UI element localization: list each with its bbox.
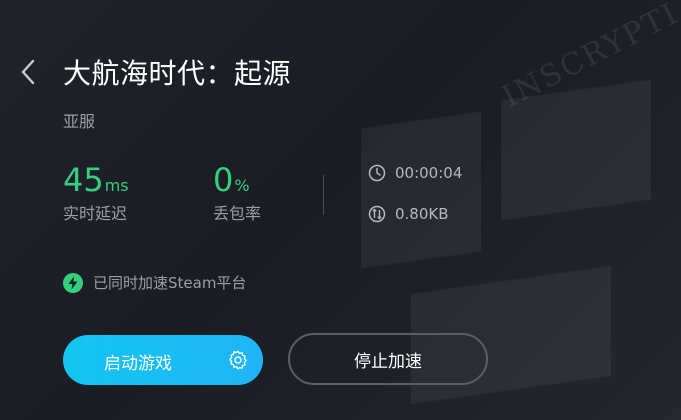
- packet-loss-label: 丢包率: [213, 204, 262, 223]
- packet-loss-stat: 0% 丢包率: [213, 162, 261, 224]
- game-title: 大航海时代：起源: [63, 57, 292, 90]
- stop-acceleration-label: 停止加速: [354, 351, 422, 372]
- lightning-icon: [63, 272, 83, 293]
- traffic-icon: [368, 205, 386, 223]
- traffic-value: 0.80KB: [395, 205, 449, 223]
- stats-divider: [323, 175, 324, 215]
- clock-icon: [368, 164, 386, 182]
- latency-label: 实时延迟: [63, 204, 128, 223]
- start-game-button[interactable]: 启动游戏: [63, 335, 263, 385]
- acceleration-duration: 00:00:04: [368, 164, 462, 182]
- back-button[interactable]: [14, 58, 42, 86]
- traffic-usage: 0.80KB: [368, 205, 449, 223]
- latency-unit: ms: [104, 176, 129, 195]
- chevron-left-icon: [21, 59, 35, 85]
- stop-acceleration-button[interactable]: 停止加速: [288, 333, 488, 385]
- latency-stat: 45ms 实时延迟: [63, 162, 129, 224]
- server-region: 亚服: [63, 112, 96, 131]
- packet-loss-unit: %: [234, 176, 250, 195]
- steam-sync-notice: 已同时加速Steam平台: [63, 272, 246, 293]
- packet-loss-value: 0: [213, 161, 234, 199]
- start-game-label: 启动游戏: [104, 354, 172, 374]
- duration-value: 00:00:04: [395, 164, 463, 182]
- gear-icon[interactable]: [227, 349, 249, 371]
- background-watermark: INSCRYPTI: [496, 0, 681, 115]
- steam-sync-text: 已同时加速Steam平台: [93, 274, 247, 292]
- latency-value: 45: [63, 161, 104, 199]
